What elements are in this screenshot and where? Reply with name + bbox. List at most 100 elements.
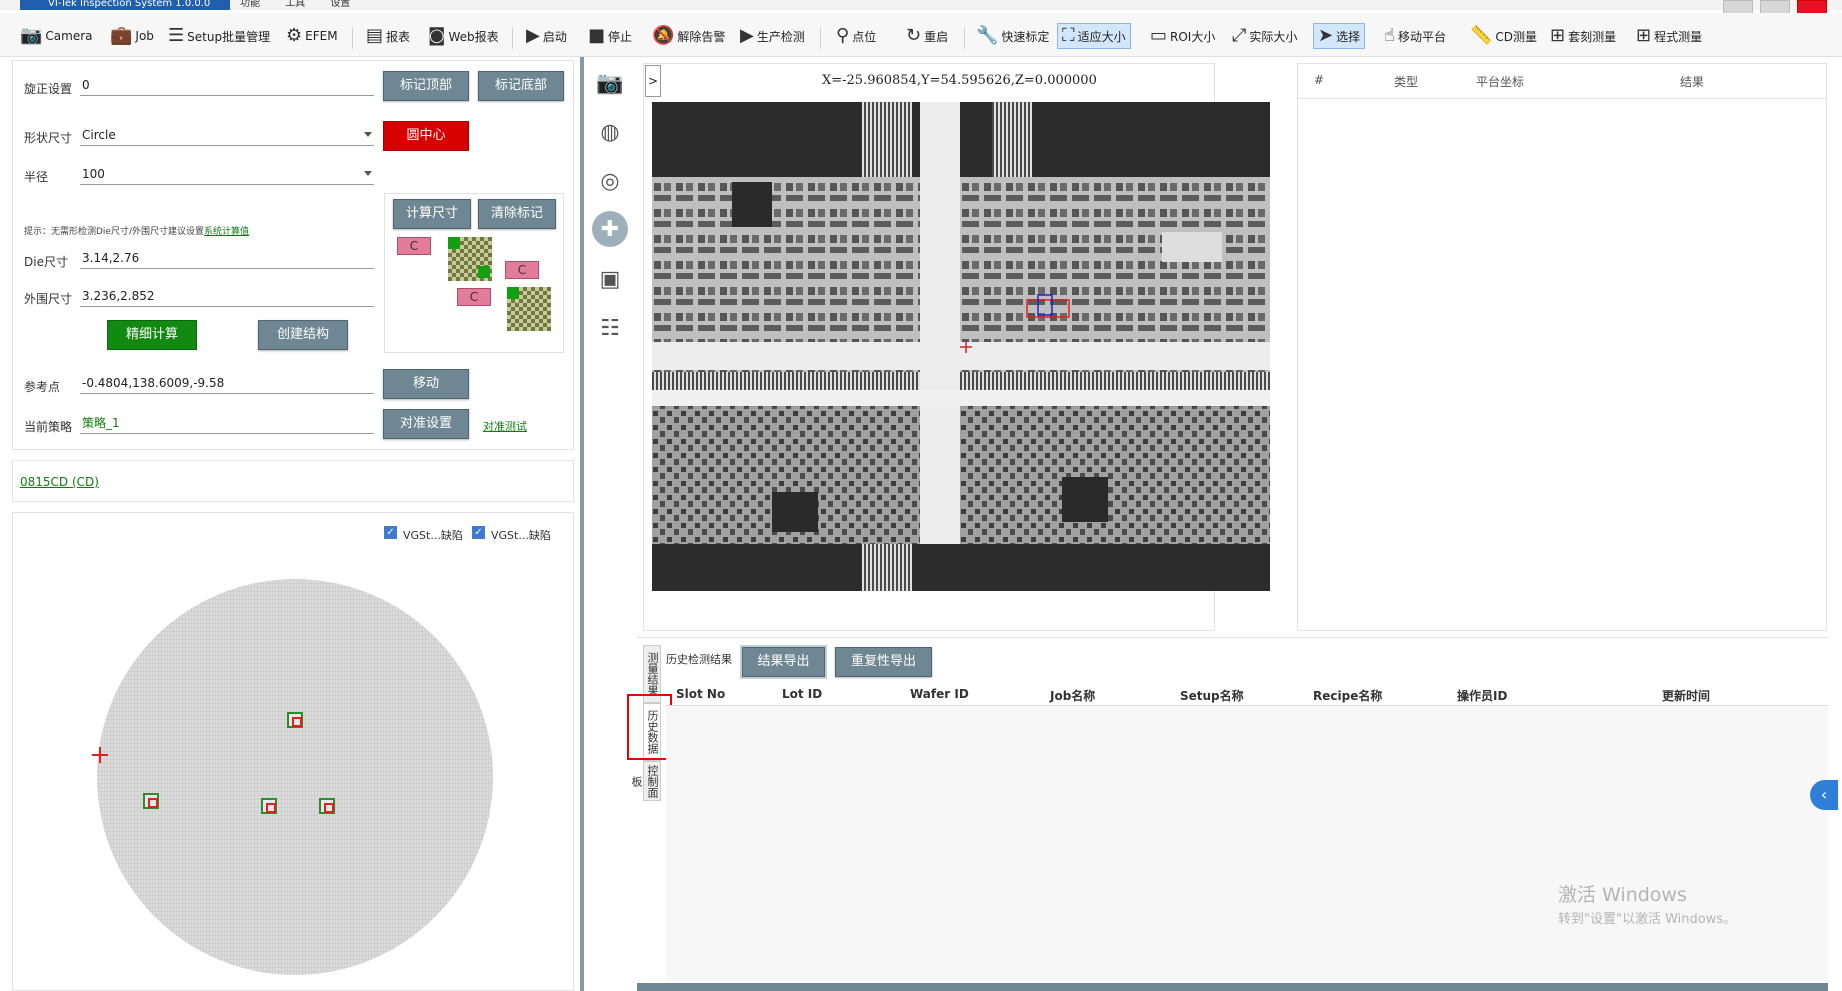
col-lot-id[interactable]: Lot ID	[782, 687, 822, 701]
web-report-button[interactable]: ◙ Web报表	[428, 23, 499, 49]
results-col-type: 类型	[1394, 75, 1419, 89]
map-search-icon[interactable]: ◎	[592, 163, 628, 199]
create-structure-button[interactable]: 创建结构	[258, 320, 348, 350]
repeat-export-button[interactable]: 重复性导出	[835, 647, 932, 677]
export-results-button[interactable]: 结果导出	[742, 647, 825, 677]
fine-calc-button[interactable]: 精细计算	[107, 320, 197, 350]
select-button[interactable]: ➤ 选择	[1313, 23, 1366, 49]
wafer-die-marked[interactable]	[143, 793, 159, 809]
radius-dropdown[interactable]: 100	[80, 163, 374, 185]
restart-icon: ↻	[906, 25, 922, 46]
splitter[interactable]	[580, 57, 584, 991]
clear-alarm-button[interactable]: 🔕 解除告警	[652, 23, 725, 49]
wafer-die-marked[interactable]	[287, 712, 303, 728]
move-button[interactable]: 移动	[383, 369, 469, 399]
calc-size-button[interactable]: 计算尺寸	[393, 199, 471, 229]
restart-button[interactable]: ↻ 重启	[906, 23, 948, 49]
fit-icon: ⛶	[1062, 25, 1075, 46]
chevron-down-icon	[364, 132, 372, 137]
mark-c-2[interactable]: C	[505, 261, 539, 279]
mark-top-button[interactable]: 标记顶部	[383, 71, 469, 101]
fit-size-button[interactable]: ⛶ 适应大小	[1057, 23, 1131, 49]
results-col-stage-coords: 平台坐标	[1476, 75, 1525, 89]
minimize-button[interactable]	[1723, 0, 1753, 14]
rotation-input[interactable]: 0	[80, 74, 374, 96]
cd-measure-button[interactable]: 📏 CD测量	[1470, 23, 1537, 49]
checkbox-vgst-1[interactable]: ✓	[384, 526, 397, 539]
hint-text: 提示：无需形检测Die尺寸/外围尺寸建议设置系统计算值	[24, 227, 250, 237]
grid-globe-icon[interactable]: ◍	[592, 114, 628, 150]
checklist-icon[interactable]: ☷	[592, 310, 628, 346]
close-button[interactable]	[1797, 0, 1827, 14]
col-setup-name[interactable]: Setup名称	[1180, 687, 1244, 704]
horizontal-scrollbar[interactable]	[637, 983, 1828, 991]
mark-point	[448, 237, 460, 249]
actual-size-button[interactable]: ⤢ 实际大小	[1232, 23, 1297, 49]
col-update-time[interactable]: 更新时间	[1662, 687, 1710, 704]
pin-icon: ⚲	[836, 25, 850, 46]
start-button[interactable]: ▶ 启动	[526, 23, 567, 49]
menu-bar: 功能 工具 设置	[240, 0, 372, 10]
wafer-tool-icon[interactable]: ✚	[592, 211, 628, 247]
activation-watermark-title: 激活 Windows	[1558, 884, 1687, 906]
menu-settings[interactable]: 设置	[330, 0, 350, 9]
quick-calibrate-button[interactable]: 🔧 快速标定	[976, 23, 1049, 49]
strategy-input[interactable]: 策略_1	[80, 412, 374, 434]
circle-center-button[interactable]: 圆中心	[383, 121, 469, 151]
recipe-link[interactable]: 0815CD (CD)	[20, 475, 99, 489]
system-value-link[interactable]: 系统计算值	[204, 227, 249, 237]
wafer-die-marked[interactable]	[261, 798, 277, 814]
align-test-link[interactable]: 对准测试	[483, 418, 527, 434]
setup-batch-button[interactable]: ☰ Setup批量管理	[168, 23, 270, 49]
ref-point-input[interactable]: -0.4804,138.6009,-9.58	[80, 372, 374, 394]
die-size-input[interactable]: 3.14,2.76	[80, 247, 374, 269]
mark-c-1[interactable]: C	[397, 237, 431, 255]
tab-control-panel[interactable]: 控制面板	[630, 761, 661, 801]
move-stage-button[interactable]: ☝ 移动平台	[1384, 23, 1446, 49]
align-settings-button[interactable]: 对准设置	[383, 409, 469, 439]
hand-icon: ☝	[1384, 25, 1395, 46]
overlay-measure-button[interactable]: ⊞ 套刻测量	[1550, 23, 1616, 49]
bell-off-icon: 🔕	[652, 25, 675, 46]
expand-button[interactable]: >	[645, 65, 661, 97]
clear-marks-button[interactable]: 清除标记	[478, 199, 556, 229]
roi-size-button[interactable]: ▭ ROI大小	[1150, 23, 1215, 49]
col-operator-id[interactable]: 操作员ID	[1457, 687, 1507, 704]
camera-icon[interactable]: 📷	[592, 65, 628, 101]
results-col-result: 结果	[1680, 75, 1705, 89]
efem-button[interactable]: ⚙ EFEM	[286, 23, 338, 49]
production-inspect-button[interactable]: ▶ 生产检测	[740, 23, 805, 49]
shape-dropdown[interactable]: Circle	[80, 124, 374, 146]
menu-function[interactable]: 功能	[240, 0, 260, 9]
report-button[interactable]: ▤ 报表	[366, 23, 410, 49]
camera-button[interactable]: 📷 Camera	[20, 23, 93, 49]
col-job-name[interactable]: Job名称	[1050, 687, 1095, 704]
point-button[interactable]: ⚲ 点位	[836, 23, 876, 49]
mark-c-3[interactable]: C	[457, 288, 491, 306]
ref-point-label: 参考点	[24, 380, 61, 394]
menu-tools[interactable]: 工具	[285, 0, 305, 9]
job-button[interactable]: 💼 Job	[110, 23, 154, 49]
history-table-header	[666, 682, 1828, 706]
col-recipe-name[interactable]: Recipe名称	[1313, 687, 1382, 704]
checkbox-vgst-1-label: VGSt...缺陷	[403, 529, 463, 542]
col-wafer-id[interactable]: Wafer ID	[910, 687, 969, 701]
recipe-measure-button[interactable]: ⊞ 程式测量	[1636, 23, 1702, 49]
wafer-die-marked[interactable]	[319, 798, 335, 814]
wafer-map[interactable]	[95, 575, 495, 980]
history-table-body	[666, 706, 1828, 981]
toolbar-separator	[512, 27, 513, 49]
results-panel	[1297, 63, 1827, 631]
maximize-button[interactable]	[1760, 0, 1790, 14]
mark-bottom-button[interactable]: 标记底部	[478, 71, 564, 101]
image-icon[interactable]: ▣	[592, 261, 628, 297]
stop-button[interactable]: ■ 停止	[588, 23, 632, 49]
outer-size-input[interactable]: 3.236,2.852	[80, 285, 374, 307]
radius-label: 半径	[24, 170, 49, 184]
inspection-image[interactable]	[652, 102, 1270, 591]
mark-point	[507, 287, 519, 299]
chevron-left-icon[interactable]: ‹	[1810, 780, 1838, 810]
checkbox-vgst-2[interactable]: ✓	[472, 526, 485, 539]
col-slot-no[interactable]: Slot No	[676, 687, 725, 701]
report-icon: ▤	[366, 25, 384, 46]
